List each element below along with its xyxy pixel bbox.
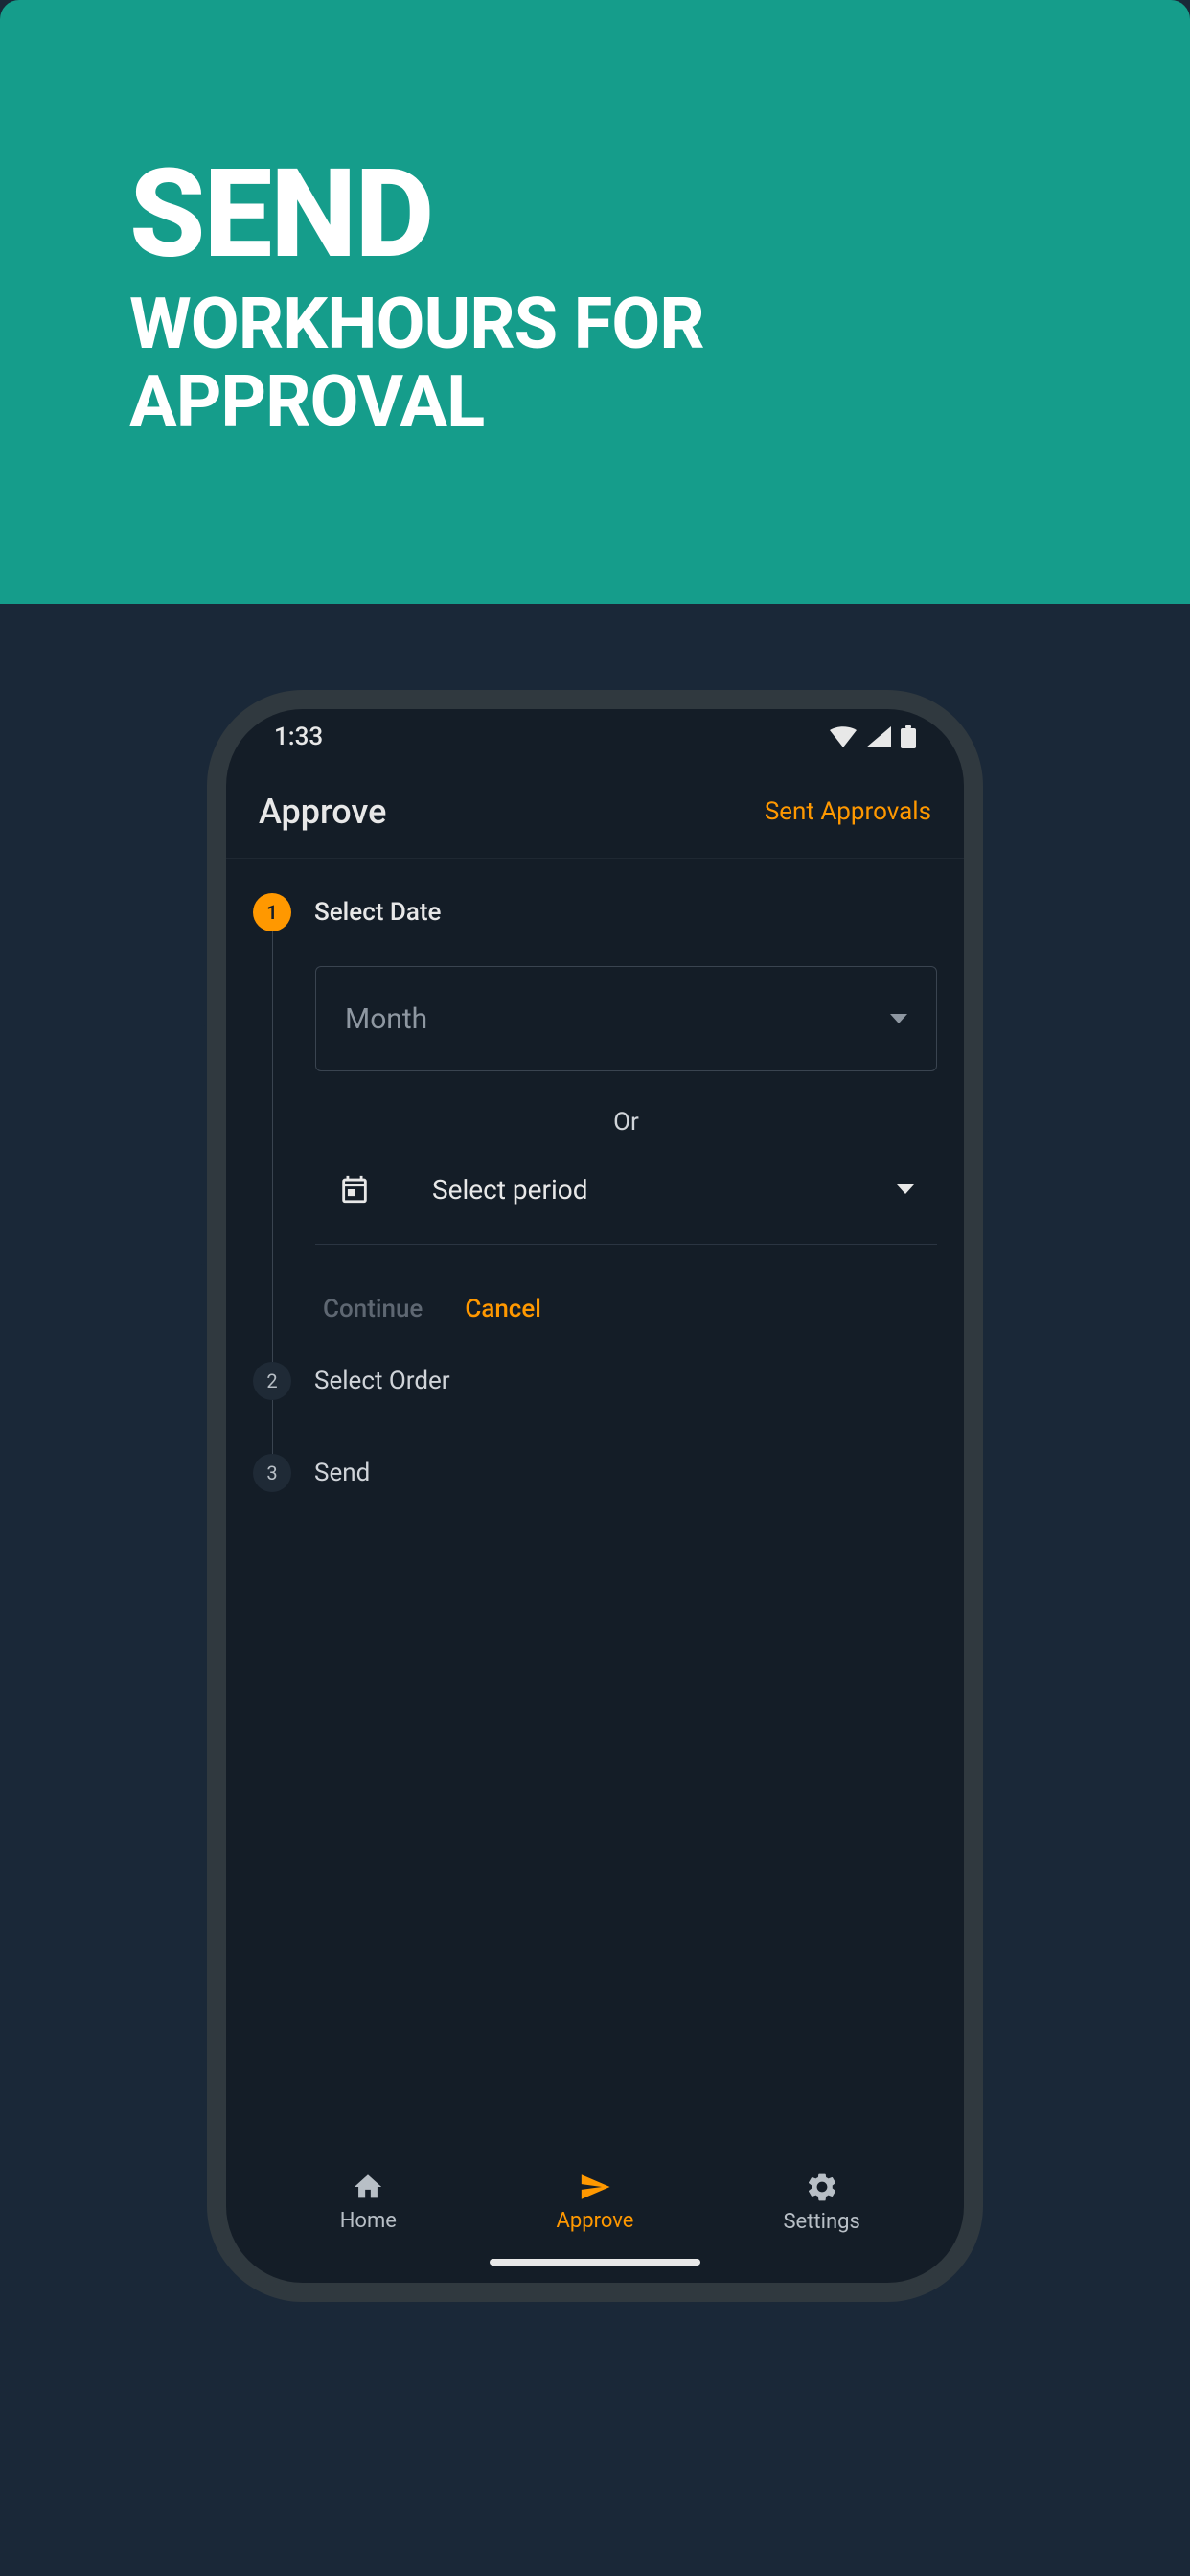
hero-title-line1: SEND <box>129 153 1061 276</box>
select-period-label: Select period <box>413 1174 855 1206</box>
step-1-label: Select Date <box>314 898 442 927</box>
step-3-badge: 3 <box>253 1454 291 1492</box>
nav-settings[interactable]: Settings <box>760 2170 884 2234</box>
step-1-body: Month Or Select period Continue Cancel <box>272 932 937 1362</box>
nav-settings-label: Settings <box>783 2210 859 2234</box>
step-2-header[interactable]: 2 Select Order <box>253 1362 937 1400</box>
nav-home-label: Home <box>340 2209 397 2233</box>
select-period-row[interactable]: Select period <box>315 1173 937 1245</box>
home-indicator[interactable] <box>490 2259 700 2266</box>
hero-banner: SEND WORKHOURS FOR APPROVAL <box>0 0 1190 604</box>
phone-mockup-area: 1:33 Approve Sent Approvals 1 Select Dat… <box>0 604 1190 2302</box>
calendar-icon <box>338 1173 371 1206</box>
signal-icon <box>866 726 891 748</box>
send-icon <box>576 2171 614 2203</box>
status-time: 1:33 <box>274 723 323 751</box>
phone-screen: 1:33 Approve Sent Approvals 1 Select Dat… <box>226 709 964 2283</box>
nav-approve-label: Approve <box>557 2209 634 2233</box>
content-area: 1 Select Date Month Or Select period <box>226 859 964 2149</box>
month-dropdown[interactable]: Month <box>315 966 937 1071</box>
continue-button[interactable]: Continue <box>323 1295 423 1323</box>
dropdown-icon <box>897 1184 914 1194</box>
month-placeholder: Month <box>345 1002 427 1036</box>
sent-approvals-link[interactable]: Sent Approvals <box>765 797 931 826</box>
gear-icon <box>805 2170 839 2204</box>
wifi-icon <box>830 726 857 748</box>
step-2-label: Select Order <box>314 1367 450 1395</box>
step-2-badge: 2 <box>253 1362 291 1400</box>
dropdown-icon <box>890 1014 907 1024</box>
step-3-label: Send <box>314 1459 370 1487</box>
cancel-button[interactable]: Cancel <box>465 1295 541 1323</box>
page-title: Approve <box>259 792 386 832</box>
nav-approve[interactable]: Approve <box>533 2171 657 2233</box>
stepper: 1 Select Date Month Or Select period <box>253 893 937 1492</box>
hero-title-line2: WORKHOURS FOR APPROVAL <box>129 286 1061 442</box>
step-1-header[interactable]: 1 Select Date <box>253 893 937 932</box>
step-1-actions: Continue Cancel <box>315 1245 937 1323</box>
home-icon <box>350 2171 386 2203</box>
app-bar: Approve Sent Approvals <box>226 765 964 859</box>
step-1-badge: 1 <box>253 893 291 932</box>
step-connector <box>272 1400 937 1454</box>
status-bar: 1:33 <box>226 709 964 765</box>
status-icons <box>830 725 916 748</box>
battery-icon <box>901 725 916 748</box>
or-divider: Or <box>315 1108 937 1137</box>
step-3-header[interactable]: 3 Send <box>253 1454 937 1492</box>
nav-home[interactable]: Home <box>306 2171 430 2233</box>
phone-frame: 1:33 Approve Sent Approvals 1 Select Dat… <box>207 690 983 2302</box>
